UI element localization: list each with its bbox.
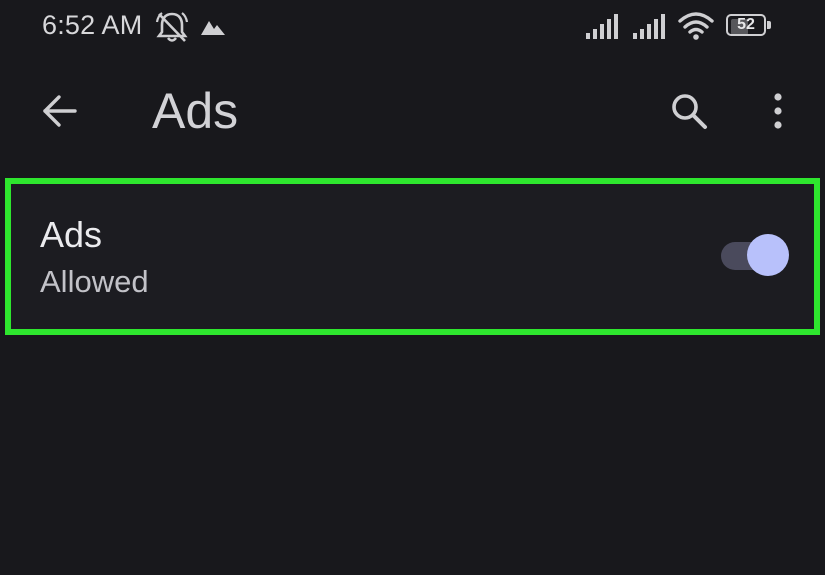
setting-title: Ads bbox=[40, 214, 103, 255]
battery-icon: 52 bbox=[726, 14, 772, 38]
signal-icon bbox=[586, 14, 618, 39]
battery-level: 52 bbox=[737, 16, 755, 33]
bell-off-icon bbox=[155, 12, 189, 42]
more-vertical-icon bbox=[774, 93, 782, 129]
battery-tip bbox=[767, 21, 771, 29]
back-button[interactable] bbox=[30, 82, 88, 140]
signal-icon bbox=[633, 14, 665, 39]
ads-setting-row[interactable]: Ads Allowed bbox=[5, 178, 820, 335]
app-bar: Ads bbox=[0, 60, 825, 160]
search-button[interactable] bbox=[660, 82, 718, 140]
setting-subtitle: Allowed bbox=[40, 264, 149, 299]
wifi-icon bbox=[678, 12, 714, 40]
toggle-thumb bbox=[747, 234, 789, 276]
mountain-icon bbox=[201, 21, 225, 35]
page-title: Ads bbox=[152, 83, 239, 139]
status-time: 6:52 AM bbox=[42, 10, 143, 40]
status-bar: 6:52 AM 52 bbox=[0, 0, 825, 54]
more-options-button[interactable] bbox=[750, 82, 806, 140]
back-arrow-icon bbox=[43, 95, 77, 127]
search-icon bbox=[672, 94, 707, 129]
ads-toggle-switch[interactable] bbox=[721, 234, 789, 278]
